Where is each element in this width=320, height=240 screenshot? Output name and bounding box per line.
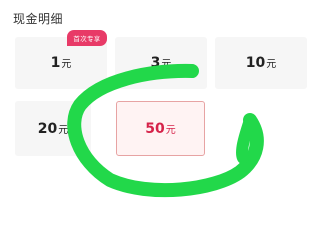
amount-label: 50 元: [145, 121, 175, 137]
amount-unit: 元: [161, 59, 172, 70]
amount-label: 3 元: [151, 55, 172, 71]
amount-unit: 元: [165, 124, 176, 136]
amount-label: 10 元: [246, 55, 276, 71]
green-marker-stroke-tail: [235, 114, 256, 164]
amount-option-10[interactable]: 10 元: [215, 37, 307, 89]
first-time-exclusive-badge: 首次专享: [67, 30, 107, 46]
amount-unit: 元: [61, 59, 72, 70]
amount-option-20[interactable]: 20 元: [15, 101, 91, 156]
amount-value: 10: [245, 55, 266, 71]
amount-value: 3: [150, 55, 161, 71]
amount-value: 50: [145, 120, 165, 137]
amount-option-3[interactable]: 3 元: [115, 37, 207, 89]
amount-label: 20 元: [38, 121, 68, 137]
amount-value: 1: [50, 55, 61, 71]
amount-option-50-selected[interactable]: 50 元: [116, 101, 205, 156]
amount-label: 1 元: [51, 55, 72, 71]
amount-unit: 元: [58, 124, 69, 136]
cash-detail-page: 现金明细 1 元 3 元 10 元 20 元 50 元 首次专享: [0, 0, 320, 240]
amount-unit: 元: [266, 59, 277, 70]
page-title: 现金明细: [13, 12, 64, 26]
amount-value: 20: [37, 120, 58, 137]
